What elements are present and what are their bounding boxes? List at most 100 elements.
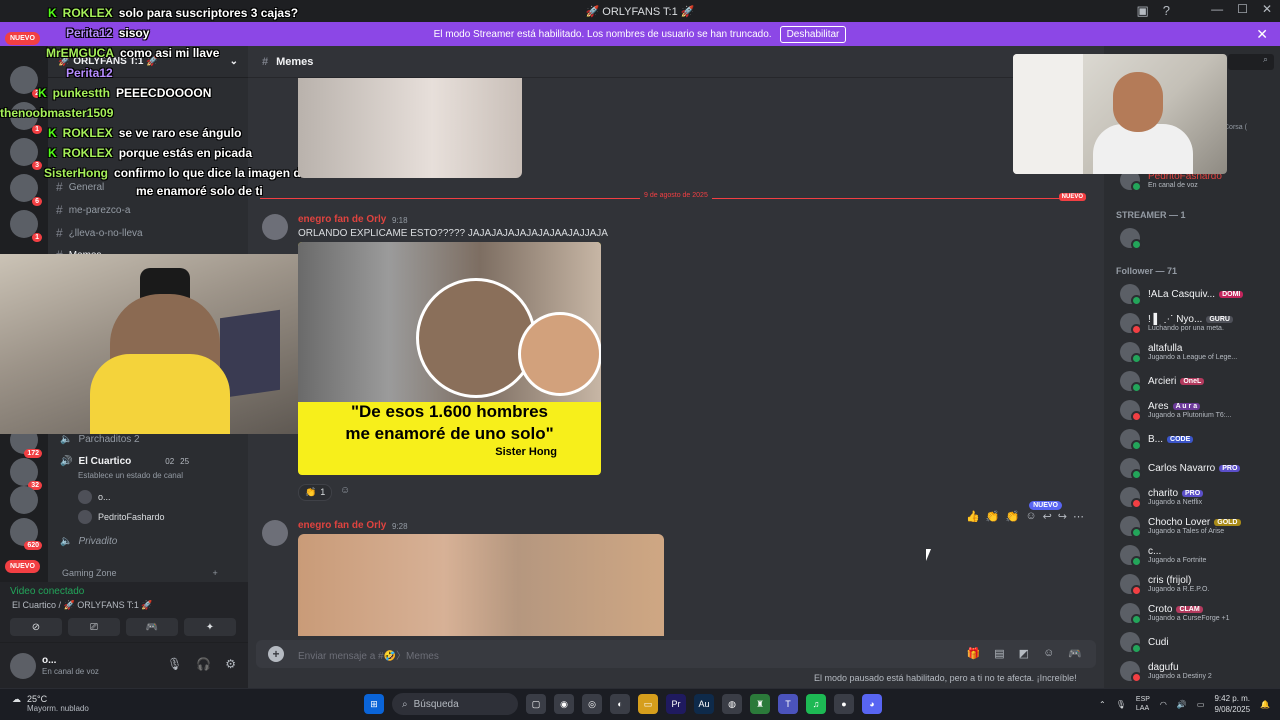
voice-location[interactable]: El Cuartico / 🚀 ORLYFANS T:1 🚀 xyxy=(12,600,153,611)
attached-image[interactable] xyxy=(298,534,664,636)
voice-channel-el-cuartico[interactable]: 🔊 El Cuartico 02 25 xyxy=(60,456,189,467)
server-icon[interactable]: 2 xyxy=(10,66,42,98)
voice-channel-privadito[interactable]: 🔈 Privadito xyxy=(60,536,117,547)
add-reaction-icon[interactable]: ☺ xyxy=(1025,510,1036,523)
avatar[interactable] xyxy=(262,214,288,240)
member-row[interactable]: B... CODE xyxy=(1120,429,1194,451)
channel-lleva-o-no-lleva[interactable]: # ¿lleva-o-no-lleva xyxy=(56,226,143,240)
disable-streamer-button[interactable]: Deshabilitar xyxy=(779,25,847,43)
member-row[interactable]: Croto CLAM Jugando a CurseForge +1 xyxy=(1120,603,1230,625)
microphone-icon[interactable]: 🎙 xyxy=(167,657,182,671)
sticker-icon[interactable]: ◩ xyxy=(1019,647,1029,660)
notification-icon[interactable]: 🔔 xyxy=(1260,700,1270,709)
forward-icon[interactable]: ↪ xyxy=(1058,510,1067,523)
chrome-icon[interactable]: ◎ xyxy=(582,694,602,714)
message-author[interactable]: enegro fan de Orly xyxy=(298,214,386,225)
server-name-header[interactable]: 🚀 ORLYFANS T:1 🚀 ⌄ xyxy=(48,46,248,78)
steam-icon[interactable]: ◍ xyxy=(722,694,742,714)
server-icon[interactable]: 1 xyxy=(10,102,42,134)
member-row[interactable]: altafulla Jugando a League of Lege... xyxy=(1120,342,1237,364)
maximize-icon[interactable]: ☐ xyxy=(1237,2,1248,16)
voice-channel-parchaditos[interactable]: 🔈 Parchaditos 2 xyxy=(60,434,140,445)
server-icon[interactable]: 3 xyxy=(10,138,42,170)
server-icon[interactable] xyxy=(10,486,38,514)
language-indicator[interactable]: ESP LAA xyxy=(1136,695,1150,713)
channel-status[interactable]: Establece un estado de canal xyxy=(78,471,183,480)
task-view-icon[interactable]: ▢ xyxy=(526,694,546,714)
teams-icon[interactable]: T xyxy=(778,694,798,714)
member-row[interactable]: Cudi xyxy=(1120,632,1169,654)
help-icon[interactable]: ? xyxy=(1163,3,1170,19)
spotify-icon[interactable]: ♫ xyxy=(806,694,826,714)
server-icon[interactable]: 620 xyxy=(10,518,42,550)
category-gaming-zone[interactable]: Gaming Zone + xyxy=(62,568,218,578)
member-row[interactable]: ! ▌ ⋰ Nyo... GURU Luchando por una meta. xyxy=(1120,313,1233,335)
thumbs-up-icon[interactable]: 👍 xyxy=(966,510,980,523)
edge-icon[interactable]: ◐ xyxy=(610,694,630,714)
audition-icon[interactable]: Au xyxy=(694,694,714,714)
member-row[interactable]: !ALa Casquiv... DOMI xyxy=(1120,284,1244,306)
member-row[interactable]: dagufu Jugando a Destiny 2 xyxy=(1120,661,1212,683)
obs-icon[interactable]: ● xyxy=(834,694,854,714)
file-explorer-icon[interactable]: ▭ xyxy=(638,694,658,714)
meme-image[interactable]: "De esos 1.600 hombres me enamoré de uno… xyxy=(298,242,601,475)
member-row[interactable]: Ares A u r a Jugando a Plutonium T6:... xyxy=(1120,400,1232,422)
voice-user[interactable]: o... xyxy=(78,490,111,504)
gif-icon[interactable]: ▤ xyxy=(994,647,1004,660)
server-icon[interactable]: 32 xyxy=(10,458,42,490)
activity-button[interactable]: 🎮 xyxy=(126,618,178,636)
member-row[interactable]: cris (frijol) Jugando a R.E.P.O. xyxy=(1120,574,1209,596)
discord-icon[interactable]: ◕ xyxy=(862,694,882,714)
member-row[interactable]: charito PRO Jugando a Netflix xyxy=(1120,487,1204,509)
plus-icon[interactable]: + xyxy=(268,646,284,662)
message-composer[interactable]: + Enviar mensaje a #🤣〉Memes 🎁 ▤ ◩ ☺ 🎮 xyxy=(256,640,1096,668)
microphone-icon[interactable]: 🎙 xyxy=(1116,700,1126,709)
add-reaction-icon[interactable]: ☺ xyxy=(340,485,350,496)
attached-image[interactable] xyxy=(298,78,522,178)
inbox-icon[interactable]: ▣ xyxy=(1136,3,1148,19)
clap-icon[interactable]: 👏 xyxy=(986,510,1000,523)
start-icon[interactable]: ⊞ xyxy=(364,694,384,714)
member-row[interactable]: Arcieri OneL xyxy=(1120,371,1205,393)
avatar[interactable] xyxy=(262,520,288,546)
minimize-icon[interactable]: — xyxy=(1211,2,1223,16)
camera-off-button[interactable]: ⊘ xyxy=(10,618,62,636)
avatar[interactable] xyxy=(10,653,36,679)
avatar xyxy=(1120,228,1142,250)
premiere-icon[interactable]: Pr xyxy=(666,694,686,714)
member-row[interactable]: Chocho Lover GOLD Jugando a Tales of Arise xyxy=(1120,516,1241,538)
reply-icon[interactable]: ↩ xyxy=(1043,510,1052,523)
soundboard-button[interactable]: ✦ xyxy=(184,618,236,636)
message-author[interactable]: enegro fan de Orly xyxy=(298,520,386,531)
emoji-icon[interactable]: ☺ xyxy=(1043,647,1054,660)
volume-icon[interactable]: 🔊 xyxy=(1177,700,1187,709)
search-icon[interactable]: ⌕ xyxy=(1228,54,1274,70)
member-row[interactable]: c... Jugando a Fortnite xyxy=(1120,545,1206,567)
channel-me-parezco-a[interactable]: # me-parezco-a xyxy=(56,203,130,217)
clock[interactable]: 9:42 p. m. 9/08/2025 xyxy=(1214,693,1250,715)
member-row[interactable] xyxy=(1120,228,1142,250)
copilot-icon[interactable]: ◉ xyxy=(554,694,574,714)
chevron-up-icon[interactable]: ⌃ xyxy=(1099,700,1106,709)
more-icon[interactable]: ⋯ xyxy=(1073,510,1084,523)
battery-icon[interactable]: ▭ xyxy=(1197,700,1205,709)
gear-icon[interactable]: ⚙ xyxy=(225,657,236,671)
gift-icon[interactable]: 🎁 xyxy=(967,647,981,660)
wifi-icon[interactable]: ◠ xyxy=(1160,700,1167,709)
plus-icon[interactable]: + xyxy=(213,568,218,578)
close-window-icon[interactable]: ✕ xyxy=(1262,2,1272,16)
channel-general[interactable]: # General xyxy=(56,180,104,194)
game-icon[interactable]: 🎮 xyxy=(1068,647,1082,660)
screen-share-button[interactable]: ⎚ xyxy=(68,618,120,636)
reaction-chip[interactable]: 👏 1 xyxy=(298,484,333,501)
gamepass-icon[interactable]: ♜ xyxy=(750,694,770,714)
search-input[interactable]: ⌕ Búsqueda xyxy=(392,693,518,715)
weather-widget[interactable]: ☁ 25°C Mayorm. nublado xyxy=(12,694,89,713)
headphones-icon[interactable]: 🎧 xyxy=(196,657,211,671)
voice-user[interactable]: PedritoFashardo xyxy=(78,510,165,524)
server-icon[interactable]: 6 xyxy=(10,174,42,206)
member-row[interactable]: Carlos Navarro PRO xyxy=(1120,458,1241,480)
server-icon[interactable]: 1 xyxy=(10,210,42,242)
clap-icon[interactable]: 👏 xyxy=(1006,510,1020,523)
close-icon[interactable]: ✕ xyxy=(1256,26,1268,43)
